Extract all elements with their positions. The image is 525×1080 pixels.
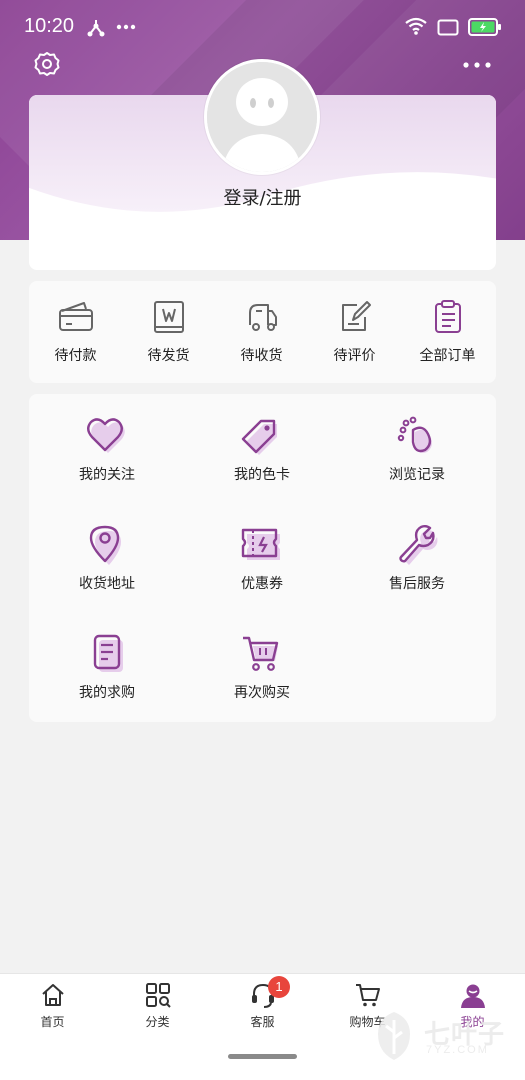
order-to-ship[interactable]: 待发货 [122,299,215,365]
my-follows[interactable]: 我的关注 [32,416,182,484]
status-time: 10:20 [24,15,75,37]
wifi-icon [405,17,427,35]
leaf-logo-icon [378,1012,410,1060]
browse-history[interactable]: 浏览记录 [342,416,492,484]
footprint-icon [397,416,432,453]
cart-icon [355,984,380,1007]
clipboard-list-icon [434,300,461,333]
watermark-subtext: 7YZ.COM [426,1044,489,1056]
screen-icon [437,19,459,36]
order-label: 待评价 [333,348,376,364]
document-icon [93,634,123,672]
service-label: 优惠券 [241,576,283,592]
more-options-icon[interactable] [461,55,493,75]
services-panel: 我的关注 我的色卡 浏览记录 收货地址 优惠券 售后服务 我的求购 再次购买 [29,394,496,722]
service-label: 浏览记录 [389,467,445,483]
order-to-review[interactable]: 待评价 [308,299,401,365]
after-sales-service[interactable]: 售后服务 [342,525,492,593]
watermark-logo: 七叶子 7YZ.COM [366,1008,516,1068]
battery-icon [468,18,501,36]
coupons[interactable]: 优惠券 [187,525,337,593]
delivery-truck-icon [248,304,277,331]
service-label: 再次购买 [234,685,290,701]
home-indicator[interactable] [228,1054,297,1059]
wallet-icon [58,302,93,331]
more-dots-icon [116,24,136,30]
login-register-link[interactable]: 登录/注册 [0,184,525,210]
package-icon [153,301,184,333]
order-pending-payment[interactable]: 待付款 [29,299,122,365]
user-icon [460,984,485,1008]
settings-gear-icon[interactable] [33,50,61,78]
review-edit-icon [341,301,371,331]
cart-icon [243,636,279,671]
nav-category[interactable]: 分类 [105,982,210,1030]
nav-label: 客服 [250,1015,275,1029]
buy-again[interactable]: 再次购买 [187,634,337,702]
location-pin-icon [89,525,121,565]
home-icon [41,984,64,1006]
heart-icon [87,418,125,453]
shipping-address[interactable]: 收货地址 [32,525,182,593]
wrench-icon [399,525,438,565]
default-avatar-icon [207,62,317,172]
orders-panel: 待付款 待发货 待收货 待评价 全部订单 [29,281,496,383]
nav-label: 首页 [40,1015,65,1029]
service-label: 我的色卡 [234,467,290,483]
share-icon [87,20,105,37]
service-label: 收货地址 [79,576,135,592]
my-purchase-requests[interactable]: 我的求购 [32,634,182,702]
order-all[interactable]: 全部订单 [401,299,494,365]
tag-icon [241,419,277,455]
nav-label: 分类 [145,1015,170,1029]
service-label: 我的关注 [79,467,135,483]
service-label: 售后服务 [389,576,445,592]
service-label: 我的求购 [79,685,135,701]
avatar[interactable] [204,59,320,175]
order-label: 全部订单 [419,348,476,364]
order-label: 待收货 [240,348,283,364]
notification-badge: 1 [268,976,290,998]
order-to-receive[interactable]: 待收货 [215,299,308,365]
order-label: 待付款 [54,348,97,364]
coupon-icon [241,528,280,560]
nav-home[interactable]: 首页 [0,982,105,1030]
status-bar: 10:20 [0,0,525,56]
order-label: 待发货 [147,348,190,364]
my-color-cards[interactable]: 我的色卡 [187,416,337,484]
nav-customer-service[interactable]: 1 客服 [210,976,315,1030]
category-grid-icon [145,983,171,1008]
